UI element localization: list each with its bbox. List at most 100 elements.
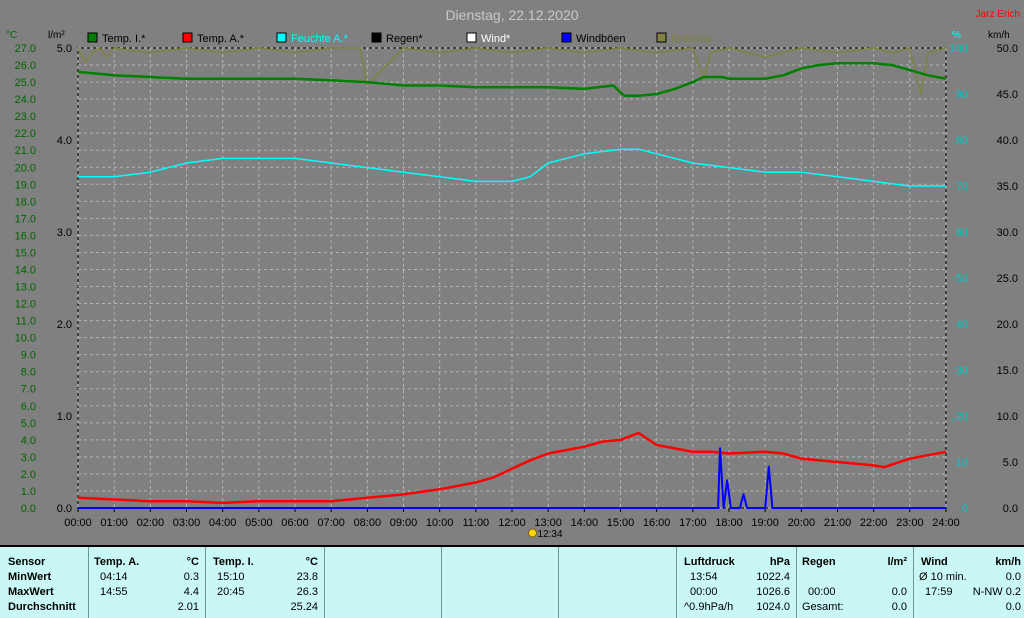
humidity-tick-label: 90	[956, 89, 968, 101]
legend-swatch	[276, 32, 287, 43]
temp-tick-label: 4.0	[21, 435, 36, 447]
legend-label: Wind*	[481, 33, 511, 45]
humidity-tick-label: 100	[950, 43, 968, 55]
wind-tick-label: 45.0	[997, 89, 1018, 101]
legend-label: Feuchte A.*	[291, 33, 349, 45]
row-label-min: MinWert	[8, 571, 52, 583]
x-tick-label: 05:00	[245, 517, 273, 529]
header-temp-i-unit: °C	[305, 556, 318, 568]
humidity-tick-label: 80	[956, 135, 968, 147]
col-temp-a: Temp. A. °C 04:14 0.3 14:55 4.4 2.01	[88, 547, 206, 618]
marker-label: 12:34	[537, 529, 562, 540]
header-wind-unit: km/h	[995, 556, 1021, 568]
header-temp-a: Temp. A.	[94, 556, 140, 568]
wind-tick-label: 10.0	[997, 411, 1018, 423]
temp-tick-label: 22.0	[15, 128, 36, 140]
wind-tick-label: 50.0	[997, 43, 1018, 55]
legend-label: Temp. I.*	[102, 33, 146, 45]
temp-i-max-time: 20:45	[217, 586, 245, 598]
legend-swatch	[656, 32, 667, 43]
rain-tick-label: 0.0	[57, 503, 72, 515]
humidity-tick-label: 40	[956, 319, 968, 331]
temp-tick-label: 19.0	[15, 179, 36, 191]
wind-max-value: N-NW 0.2	[972, 586, 1021, 598]
temp-tick-label: 21.0	[15, 145, 36, 157]
x-tick-label: 13:00	[534, 517, 562, 529]
stats-table: Sensor MinWert MaxWert Durchschnitt Temp…	[0, 545, 1024, 618]
col-pressure: Luftdruck hPa 13:54 1022.4 00:00 1026.6 …	[676, 547, 797, 618]
col-empty-2	[441, 547, 559, 618]
wind-tick-label: 20.0	[997, 319, 1018, 331]
x-tick-label: 01:00	[100, 517, 128, 529]
temp-a-min-time: 04:14	[100, 571, 128, 583]
wind-tick-label: 25.0	[997, 273, 1018, 285]
x-tick-label: 14:00	[571, 517, 599, 529]
x-tick-label: 09:00	[390, 517, 418, 529]
temp-tick-label: 8.0	[21, 367, 36, 379]
legend-swatch	[371, 32, 382, 43]
temp-a-min-value: 0.3	[183, 571, 199, 583]
weather-chart: Dienstag, 22.12.2020 Jarz Erich °C l/m² …	[0, 0, 1024, 545]
legend-swatch	[561, 32, 572, 43]
temp-tick-label: 2.0	[21, 469, 36, 481]
humidity-tick-label: 50	[956, 273, 968, 285]
row-label-avg: Durchschnitt	[8, 601, 76, 613]
header-pressure-unit: hPa	[769, 556, 790, 568]
temp-tick-label: 0.0	[21, 503, 36, 515]
pressure-min-value: 1022.4	[756, 571, 790, 583]
temp-unit-label: °C	[6, 30, 17, 41]
legend-swatch	[466, 32, 477, 43]
header-sensor: Sensor	[8, 556, 46, 568]
temp-i-min-value: 23.8	[296, 571, 318, 583]
wind-tick-label: 15.0	[997, 365, 1018, 377]
humidity-tick-label: 60	[956, 227, 968, 239]
x-tick-label: 00:00	[64, 517, 92, 529]
temp-a-max-time: 14:55	[100, 586, 128, 598]
x-tick-label: 07:00	[317, 517, 345, 529]
x-tick-label: 06:00	[281, 517, 309, 529]
x-tick-label: 19:00	[751, 517, 779, 529]
wind-unit-label: km/h	[988, 30, 1010, 41]
rain-tick-label: 4.0	[57, 135, 72, 147]
rain-tick-label: 3.0	[57, 227, 72, 239]
temp-tick-label: 11.0	[15, 316, 36, 328]
temp-i-avg-value: 25.24	[290, 601, 318, 613]
temp-tick-label: 5.0	[21, 418, 36, 430]
col-empty-3	[558, 547, 677, 618]
x-tick-label: 11:00	[462, 517, 489, 529]
x-tick-label: 22:00	[860, 517, 888, 529]
wind-tick-label: 30.0	[997, 227, 1018, 239]
temp-tick-label: 9.0	[21, 350, 36, 362]
rain-tick-label: 2.0	[57, 319, 72, 331]
rain-total-label: Gesamt:	[802, 601, 844, 613]
pressure-max-time: 00:00	[690, 586, 718, 598]
wind-avg-label: Ø 10 min.	[919, 571, 967, 583]
temp-tick-label: 20.0	[15, 162, 36, 174]
temp-a-avg-value: 2.01	[177, 601, 199, 613]
x-tick-label: 18:00	[715, 517, 743, 529]
legend-label: Temp. A.*	[197, 33, 245, 45]
col-empty-1	[324, 547, 442, 618]
temp-tick-label: 24.0	[15, 94, 36, 106]
wind-max-time: 17:59	[925, 586, 953, 598]
wind-tick-label: 35.0	[997, 181, 1018, 193]
humidity-unit-label: %	[952, 30, 961, 41]
temp-a-max-value: 4.4	[183, 586, 199, 598]
rain-max-value: 0.0	[891, 586, 907, 598]
row-label-max: MaxWert	[8, 586, 54, 598]
x-tick-label: 12:00	[498, 517, 526, 529]
temp-tick-label: 16.0	[15, 230, 36, 242]
x-tick-label: 03:00	[173, 517, 201, 529]
station-name: Jarz Erich	[976, 9, 1020, 20]
x-tick-label: 20:00	[788, 517, 816, 529]
rain-tick-label: 5.0	[57, 43, 72, 55]
col-temp-i: Temp. I. °C 15:10 23.8 20:45 26.3 25.24	[205, 547, 325, 618]
x-tick-label: 16:00	[643, 517, 671, 529]
rain-unit-label: l/m²	[48, 30, 65, 41]
pressure-min-time: 13:54	[690, 571, 718, 583]
temp-tick-label: 12.0	[15, 299, 36, 311]
x-tick-label: 08:00	[354, 517, 382, 529]
header-wind: Wind	[921, 556, 948, 568]
humidity-tick-label: 70	[956, 181, 968, 193]
header-temp-i: Temp. I.	[213, 556, 254, 568]
